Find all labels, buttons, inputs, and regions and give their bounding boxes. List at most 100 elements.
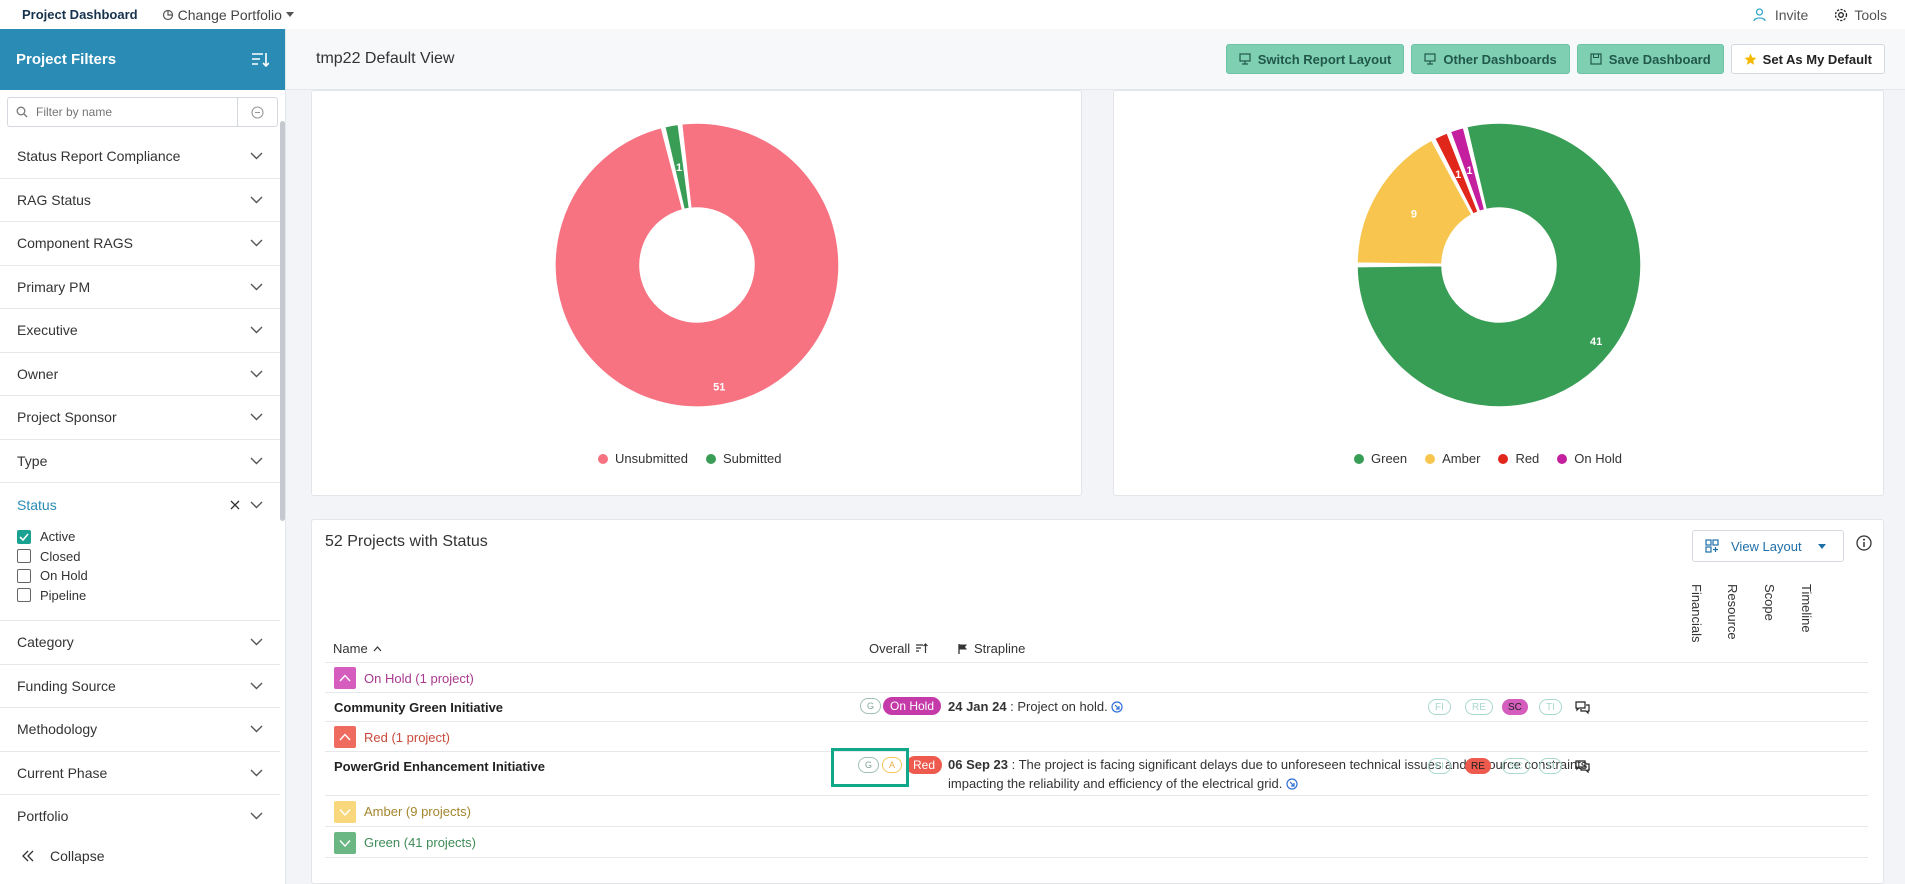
legend-item-submitted[interactable]: Submitted — [705, 451, 782, 466]
chip-ti[interactable]: TI — [1539, 699, 1562, 715]
comments-icon[interactable] — [1575, 760, 1590, 773]
invite-button[interactable]: Invite — [1753, 7, 1808, 23]
strapline-body: : The project is facing significant dela… — [948, 757, 1591, 791]
compliance-chart-card: 51 1 Unsubmitted Submitted — [311, 90, 1082, 496]
table-row[interactable]: Community Green Initiative G On Hold 24 … — [325, 693, 1868, 722]
legend-item-green[interactable]: Green — [1354, 451, 1407, 466]
filter-search-box — [7, 97, 278, 127]
checkbox-checked[interactable] — [17, 529, 31, 544]
chevron-down-icon — [250, 239, 263, 247]
filter-status-report-compliance[interactable]: Status Report Compliance — [0, 135, 280, 179]
nav-project-dashboard[interactable]: Project Dashboard — [22, 7, 138, 22]
filter-label: RAG Status — [17, 191, 91, 208]
filter-label: Funding Source — [17, 677, 116, 694]
filter-project-sponsor[interactable]: Project Sponsor — [0, 396, 280, 440]
sort-list-icon[interactable] — [251, 52, 269, 68]
group-row-red[interactable]: Red (1 project) — [325, 722, 1868, 752]
other-dashboards-button[interactable]: Other Dashboards — [1411, 44, 1570, 74]
filter-category[interactable]: Category — [0, 621, 280, 665]
strapline-body: : Project on hold. — [1006, 699, 1108, 714]
checkbox[interactable] — [17, 588, 31, 603]
filter-funding-source[interactable]: Funding Source — [0, 665, 280, 708]
chip-fi[interactable]: FI — [1428, 758, 1451, 774]
collapse-button[interactable]: Collapse — [0, 828, 285, 884]
option-label: Active — [40, 529, 76, 545]
expand-group-icon[interactable] — [334, 800, 356, 823]
clear-search-icon[interactable] — [237, 98, 277, 126]
status-option-pipeline[interactable]: Pipeline — [17, 586, 263, 606]
chip-sc[interactable]: SC — [1502, 758, 1530, 774]
project-name[interactable]: Community Green Initiative — [334, 700, 503, 715]
link-arrow-icon[interactable] — [1286, 778, 1298, 790]
col-scope[interactable]: Scope — [1762, 584, 1777, 644]
legend-item-red[interactable]: Red — [1498, 451, 1539, 466]
clear-filter-icon[interactable] — [230, 500, 240, 510]
rag-legend: Green Amber Red On Hold — [1354, 451, 1622, 466]
filter-label: Component RAGS — [17, 235, 133, 252]
filter-label: Current Phase — [17, 764, 108, 781]
filter-methodology[interactable]: Methodology — [0, 708, 280, 752]
chevron-down-icon — [250, 769, 263, 777]
filter-label: Type — [17, 452, 48, 469]
sidebar-scrollbar[interactable] — [280, 121, 285, 521]
col-timeline[interactable]: Timeline — [1799, 584, 1814, 644]
strapline-date: 06 Sep 23 — [948, 757, 1008, 772]
group-row-green[interactable]: Green (41 projects) — [325, 827, 1868, 858]
group-row-on-hold[interactable]: On Hold (1 project) — [325, 663, 1868, 693]
filter-rag-status[interactable]: RAG Status — [0, 179, 280, 222]
status-option-closed[interactable]: Closed — [17, 547, 263, 567]
col-financials[interactable]: Financials — [1689, 584, 1704, 644]
legend-item-on-hold[interactable]: On Hold — [1557, 451, 1622, 466]
view-layout-dropdown[interactable]: View Layout — [1692, 530, 1844, 562]
group-row-amber[interactable]: Amber (9 projects) — [325, 796, 1868, 827]
col-name[interactable]: Name — [333, 641, 382, 656]
project-name[interactable]: PowerGrid Enhancement Initiative — [334, 759, 545, 774]
chip-fi[interactable]: FI — [1428, 699, 1451, 715]
filter-current-phase[interactable]: Current Phase — [0, 752, 280, 795]
set-as-default-button[interactable]: Set As My Default — [1730, 44, 1885, 74]
col-strapline[interactable]: Strapline — [957, 641, 1025, 656]
status-option-active[interactable]: Active — [17, 527, 263, 547]
top-nav: Project Dashboard Change Portfolio Invit… — [0, 0, 1905, 29]
collapse-group-icon[interactable] — [334, 726, 356, 748]
chip-ti[interactable]: TI — [1539, 758, 1562, 774]
expand-group-icon[interactable] — [334, 831, 356, 854]
filter-component-rags[interactable]: Component RAGS — [0, 222, 280, 266]
info-icon[interactable] — [1856, 535, 1872, 551]
overall-pill-g[interactable]: G — [860, 698, 882, 714]
filter-status-header[interactable]: Status — [17, 483, 263, 527]
save-dashboard-button[interactable]: Save Dashboard — [1576, 44, 1724, 74]
chip-re[interactable]: RE — [1465, 699, 1493, 715]
other-dashboards-label: Other Dashboards — [1443, 51, 1557, 67]
double-chevron-left-icon — [22, 850, 34, 862]
comments-icon[interactable] — [1575, 701, 1590, 714]
checkbox[interactable] — [17, 549, 31, 564]
chip-re[interactable]: RE — [1465, 758, 1491, 774]
donut-slice-unsubmitted[interactable] — [554, 122, 840, 408]
collapse-group-icon[interactable] — [334, 667, 356, 689]
status-option-on-hold[interactable]: On Hold — [17, 566, 263, 586]
chip-sc[interactable]: SC — [1502, 699, 1528, 715]
filter-type[interactable]: Type — [0, 440, 280, 483]
rag-chart-card: 41 9 1 1 Green Amber Red On Hold — [1113, 90, 1884, 496]
filter-owner[interactable]: Owner — [0, 353, 280, 396]
filter-label: Category — [17, 634, 74, 651]
filter-primary-pm[interactable]: Primary PM — [0, 266, 280, 309]
filter-search-input[interactable] — [36, 98, 237, 126]
view-title: tmp22 Default View — [316, 50, 455, 67]
donut-data-label: 41 — [1590, 336, 1602, 348]
col-resource[interactable]: Resource — [1725, 584, 1740, 644]
table-row[interactable]: PowerGrid Enhancement Initiative G A Red… — [325, 752, 1868, 796]
link-arrow-icon[interactable] — [1111, 701, 1123, 713]
legend-item-unsubmitted[interactable]: Unsubmitted — [598, 451, 688, 466]
tools-button[interactable]: Tools — [1834, 7, 1887, 23]
chevron-down-icon — [250, 725, 263, 733]
col-overall[interactable]: Overall — [869, 641, 929, 656]
legend-item-amber[interactable]: Amber — [1425, 451, 1480, 466]
filter-executive[interactable]: Executive — [0, 309, 280, 353]
checkbox[interactable] — [17, 568, 31, 583]
switch-report-layout-label: Switch Report Layout — [1257, 51, 1392, 67]
portfolio-icon — [162, 9, 173, 20]
switch-report-layout-button[interactable]: Switch Report Layout — [1225, 44, 1405, 74]
change-portfolio-dropdown[interactable]: Change Portfolio — [162, 7, 294, 23]
